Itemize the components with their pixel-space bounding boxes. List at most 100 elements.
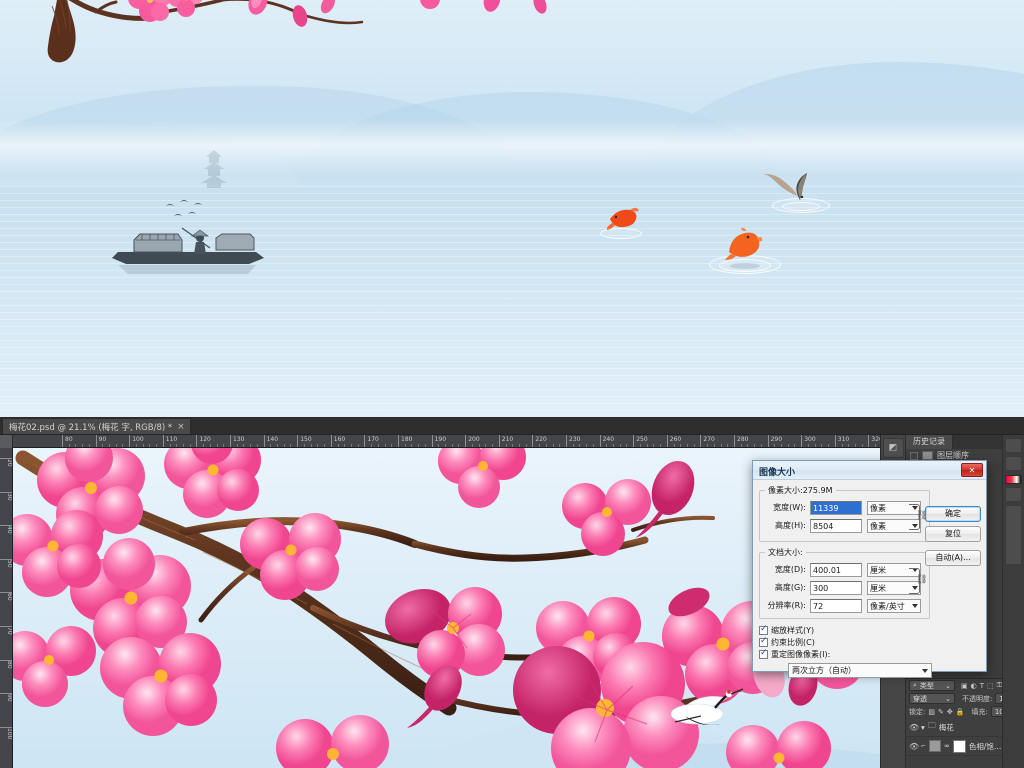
doc-height-label: 高度(G): [774,583,806,592]
reset-button[interactable]: 复位 [925,526,981,542]
layer-mask-thumbnail[interactable] [952,739,966,753]
ok-button[interactable]: 确定 [925,506,981,522]
vertical-ruler[interactable]: 20 30 40 50 60 70 80 90 100 [0,448,13,768]
ruler-tick-vertical: 50 [0,558,12,567]
right-vertical-strip [1002,435,1024,768]
resample-method-select[interactable]: 两次立方（自动） [788,663,932,678]
gradient-swatch[interactable] [1005,475,1022,484]
pixel-height-input[interactable]: 8504 [810,518,862,533]
resample-image-checkbox[interactable] [759,648,768,659]
doc-resolution-unit-select[interactable]: 像素/英寸 [867,598,921,613]
scale-styles-checkbox[interactable] [759,624,768,635]
blend-mode-value: 穿透 [913,694,927,703]
pixel-height-label: 高度(H): [775,521,806,530]
eye-icon[interactable]: 👁 [909,742,919,751]
constrain-proportions-label: 约束比例(C) [771,637,815,647]
filter-shape-icon[interactable]: ⬚ [987,682,994,690]
ruler-tick-vertical: 80 [0,659,12,668]
ruler-tick: 90 [95,435,106,447]
tab-history[interactable]: 历史记录 [906,435,953,449]
ruler-origin-corner[interactable] [0,435,13,448]
navigator-icon[interactable]: ◩ [882,438,904,458]
lock-image-icon[interactable]: ✎ [938,708,944,716]
dialog-body: 像素大小:275.9M 宽度(W): 11339 像素 高度(H): 8504 … [753,480,986,683]
dialog-title: 图像大小 [759,468,796,478]
lock-label: 锁定: [909,707,926,716]
artwork-preview-region [0,0,1024,417]
strip-panel-area[interactable] [1005,505,1022,565]
auto-button[interactable]: 自动(A)... [925,550,981,566]
doc-height-unit-value: 厘米 [870,583,886,593]
doc-height-input[interactable]: 300 [810,580,862,595]
horizontal-ruler[interactable]: 80 90 100 110 120 130 140 150 160 170 180 190 200 210… [0,435,880,448]
hue-saturation-icon [929,740,942,752]
doc-resolution-row: 分辨率(R): 72 像素/英寸 [765,598,924,613]
ruler-tick-vertical: 40 [0,525,12,534]
resample-image-row[interactable]: 重定图像像素(I): [759,648,980,660]
history-thumbnail-icon [922,451,933,460]
strip-button-1[interactable] [1005,438,1022,453]
pagoda-silhouette [201,150,227,188]
layer-group-name: 梅花 [938,722,954,732]
fishing-boat-scene [112,200,264,274]
pixel-width-row: 宽度(W): 11339 像素 [765,500,924,515]
pixel-width-input[interactable]: 11339 [810,500,862,515]
strip-button-3[interactable] [1005,487,1022,502]
ruler-tick-vertical: 60 [0,592,12,601]
pixel-width-unit-value: 像素 [870,503,886,513]
doc-resolution-label: 分辨率(R): [767,601,807,610]
doc-resolution-input[interactable]: 72 [810,598,862,613]
lock-transparent-icon[interactable]: ▨ [928,708,935,716]
layer-adjustment-name: 色相/饱… [968,741,1002,751]
ruler-tick: 80 [62,435,73,447]
image-size-dialog[interactable]: 图像大小 ✕ 像素大小:275.9M 宽度(W): 11339 像素 高度(H)… [752,460,987,678]
chevron-down-icon: ⌄ [945,694,951,703]
document-size-group: 文档大小: 宽度(D): 400.01 厘米 高度(G): 300 厘米 分辨率… [759,547,930,619]
document-size-legend: 文档大小: [768,548,803,557]
link-icon: ⌐ [921,742,927,750]
ruler-tick-vertical: 100 [0,726,12,739]
strip-button-2[interactable] [1005,456,1022,471]
close-icon[interactable]: ✕ [961,463,983,477]
history-snapshot-box[interactable] [910,451,918,460]
ruler-tick-vertical: 30 [0,491,12,500]
pixel-size-legend: 像素大小:275.9M [768,486,833,495]
pixel-width-label: 宽度(W): [773,503,806,512]
pixel-height-row: 高度(H): 8504 像素 [765,518,924,533]
resample-method-value: 两次立方（自动） [792,666,856,675]
doc-width-row: 宽度(D): 400.01 厘米 [765,562,924,577]
fill-label: 填充: [971,707,988,716]
lock-position-icon[interactable]: ✥ [947,708,953,716]
document-tab[interactable]: 梅花02.psd @ 21.1% (梅花 字, RGB/8) * × [2,418,191,434]
document-canvas[interactable] [13,448,880,768]
lock-all-icon[interactable]: 🔒 [956,708,965,716]
ruler-tick-vertical: 20 [0,458,12,467]
constrain-proportions-checkbox[interactable] [759,636,768,647]
scale-styles-label: 缩放样式(Y) [771,625,815,635]
chevron-down-icon[interactable]: ▾ [921,723,925,732]
eye-icon[interactable]: 👁 [909,723,919,732]
close-icon[interactable]: × [177,422,185,432]
document-tab-strip: 梅花02.psd @ 21.1% (梅花 字, RGB/8) * × [0,417,1024,435]
document-tab-title: 梅花02.psd @ 21.1% (梅花 字, RGB/8) * [9,422,173,433]
link-chain-icon[interactable]: ∞ [944,742,950,750]
ruler-tick-vertical: 90 [0,693,12,702]
pixel-height-unit-value: 像素 [870,521,886,531]
constrain-proportions-row[interactable]: 约束比例(C) [759,636,980,648]
ruler-tick-vertical: 70 [0,626,12,635]
doc-width-unit-value: 厘米 [870,565,886,575]
doc-width-input[interactable]: 400.01 [810,562,862,577]
folder-icon: 🗀 [927,721,936,730]
scale-styles-row[interactable]: 缩放样式(Y) [759,624,980,636]
ripple-2c [729,262,761,270]
dialog-titlebar[interactable]: 图像大小 ✕ [753,461,986,480]
plum-branch-top [47,0,547,63]
blend-mode-select[interactable]: 穿透 ⌄ [909,693,955,704]
doc-width-label: 宽度(D): [774,565,806,574]
doc-height-row: 高度(G): 300 厘米 [765,580,924,595]
pixel-size-group: 像素大小:275.9M 宽度(W): 11339 像素 高度(H): 8504 … [759,485,930,542]
chevron-down-icon [922,669,928,673]
chain-link-icon: ⛓ [916,575,928,585]
chevron-down-icon [912,603,918,608]
koi-fish-orange [725,228,763,260]
